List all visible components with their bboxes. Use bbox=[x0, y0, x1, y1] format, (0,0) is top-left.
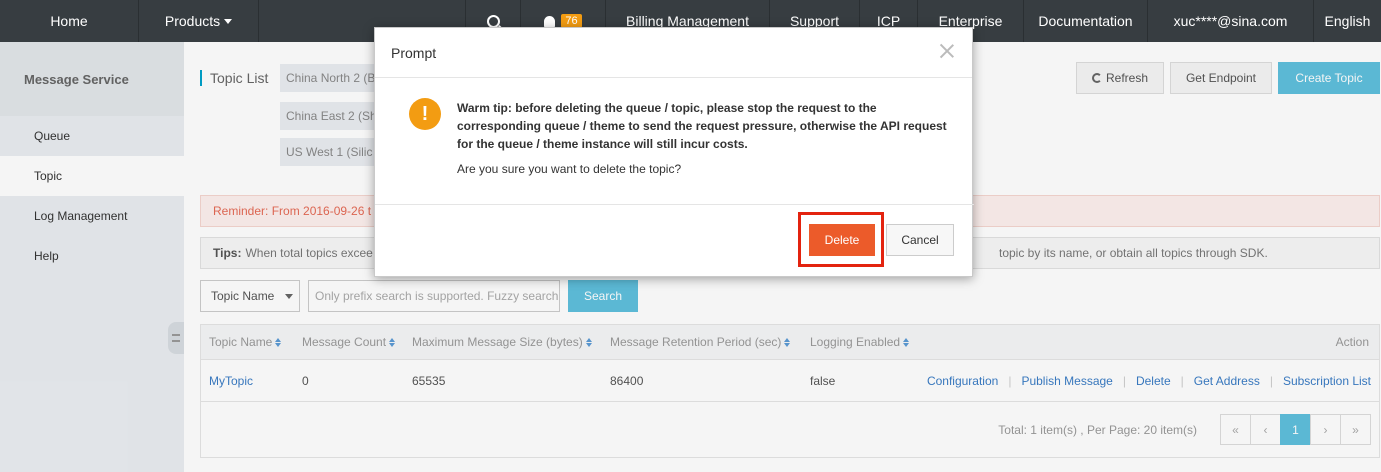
close-icon[interactable] bbox=[938, 42, 956, 60]
dialog-warning: Warm tip: before deleting the queue / to… bbox=[457, 101, 947, 151]
bell-icon bbox=[544, 15, 556, 31]
user-email: xuc****@sina.com bbox=[1173, 13, 1288, 29]
delete-button[interactable]: Delete bbox=[809, 224, 875, 256]
nav-home[interactable]: Home bbox=[0, 0, 139, 42]
delete-confirm-dialog: Prompt ! Warm tip: before deleting the q… bbox=[374, 27, 974, 278]
nav-documentation[interactable]: Documentation bbox=[1024, 0, 1148, 42]
dialog-footer: Delete Cancel bbox=[375, 204, 974, 278]
exclamation-icon: ! bbox=[409, 98, 441, 130]
cancel-button[interactable]: Cancel bbox=[886, 224, 954, 256]
search-icon bbox=[486, 14, 500, 28]
nav-language[interactable]: English bbox=[1314, 0, 1381, 42]
notification-badge: 76 bbox=[561, 14, 582, 28]
dialog-question: Are you sure you want to delete the topi… bbox=[457, 162, 682, 176]
dialog-message: Warm tip: before deleting the queue / to… bbox=[457, 99, 947, 178]
dialog-header: Prompt bbox=[375, 28, 972, 78]
nav-user-account[interactable]: xuc****@sina.com bbox=[1148, 0, 1314, 42]
dialog-title: Prompt bbox=[391, 44, 437, 61]
chevron-down-icon bbox=[224, 18, 233, 24]
nav-products[interactable]: Products bbox=[139, 0, 259, 42]
nav-documentation-label: Documentation bbox=[1038, 13, 1133, 29]
nav-home-label: Home bbox=[50, 13, 88, 29]
language-label: English bbox=[1324, 13, 1371, 29]
nav-products-label: Products bbox=[164, 13, 221, 29]
